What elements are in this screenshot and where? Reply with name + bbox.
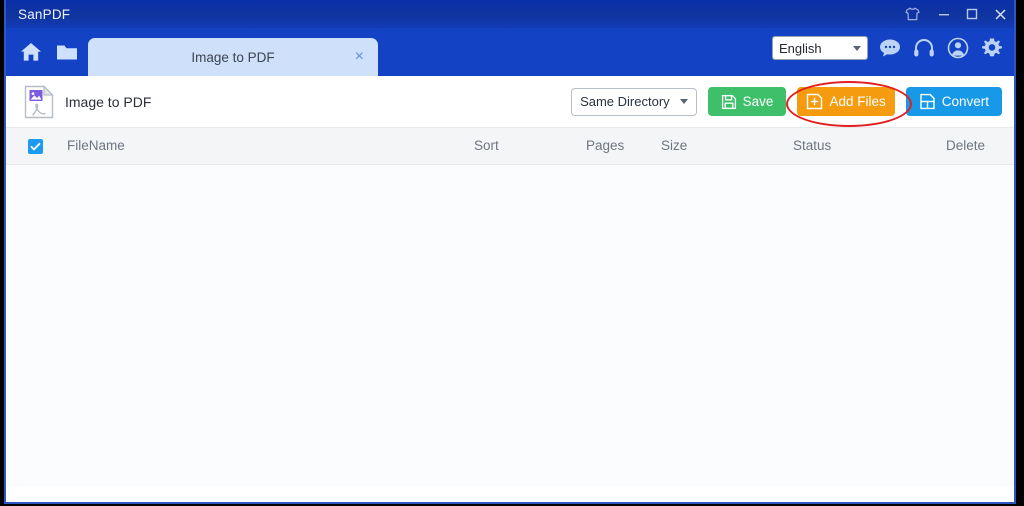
app-title: SanPDF [18, 7, 70, 22]
column-header-filename[interactable]: FileName [67, 128, 125, 164]
folder-icon[interactable] [54, 39, 80, 65]
close-button[interactable] [986, 0, 1014, 28]
convert-button[interactable]: Convert [906, 87, 1002, 116]
minimize-button[interactable] [930, 0, 958, 28]
tab-close-icon[interactable]: × [355, 49, 364, 65]
add-file-plus-icon [806, 93, 823, 110]
add-files-wrapper: Add Files [797, 87, 894, 116]
chevron-down-icon [853, 46, 861, 51]
account-icon[interactable] [946, 36, 970, 60]
floppy-disk-icon [721, 94, 737, 110]
language-value: English [779, 41, 853, 56]
column-header-sort[interactable]: Sort [474, 128, 499, 164]
check-icon [30, 142, 41, 151]
output-directory-value: Same Directory [580, 94, 670, 109]
mode-indicator: Image to PDF [24, 85, 151, 119]
column-header-size[interactable]: Size [661, 128, 687, 164]
headset-icon[interactable] [912, 36, 936, 60]
column-header-delete[interactable]: Delete [946, 128, 985, 164]
language-select[interactable]: English [772, 36, 868, 60]
theme-shirt-icon[interactable] [898, 0, 926, 28]
nav-icon-group [6, 28, 80, 76]
convert-label: Convert [942, 94, 989, 109]
document-icon [919, 93, 936, 110]
tab-label: Image to PDF [191, 50, 274, 65]
nav-right-group: English [772, 36, 1004, 60]
app-window: SanPDF [4, 0, 1016, 504]
settings-gear-icon[interactable] [980, 36, 1004, 60]
title-bar: SanPDF [6, 0, 1014, 28]
action-button-row: Same Directory Save Ad [571, 87, 1002, 116]
save-label: Save [743, 94, 774, 109]
maximize-button[interactable] [958, 0, 986, 28]
chat-icon[interactable] [878, 36, 902, 60]
add-files-button[interactable]: Add Files [797, 87, 894, 116]
output-directory-select[interactable]: Same Directory [571, 88, 697, 116]
file-table-header: FileName Sort Pages Size Status Delete [6, 127, 1014, 165]
nav-bar: Image to PDF × English [6, 28, 1014, 76]
window-controls [898, 0, 1014, 28]
home-icon[interactable] [18, 39, 44, 65]
save-button[interactable]: Save [708, 87, 787, 116]
column-header-pages[interactable]: Pages [586, 128, 624, 164]
file-list-body[interactable] [6, 165, 1014, 487]
add-files-label: Add Files [829, 94, 885, 109]
column-header-status[interactable]: Status [793, 128, 831, 164]
image-to-pdf-icon [24, 85, 54, 119]
chevron-down-icon [680, 99, 688, 104]
action-bar: Image to PDF Same Directory Save [6, 76, 1014, 127]
mode-title: Image to PDF [65, 94, 151, 110]
select-all-checkbox[interactable] [28, 139, 43, 154]
tab-image-to-pdf[interactable]: Image to PDF × [88, 38, 378, 76]
